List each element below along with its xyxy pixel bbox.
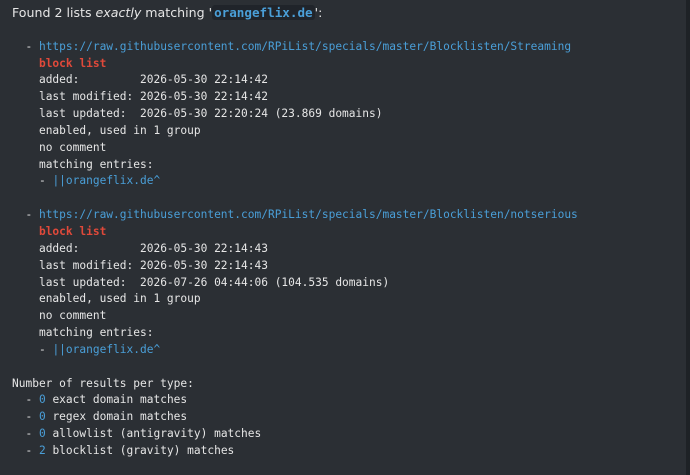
summary-row: - 2 blocklist (gravity) matches [12,443,686,460]
summary-dash: - [12,393,39,407]
summary-label: exact domain matches [45,393,188,407]
list-modified: last modified: 2026-05-30 22:14:43 [38,258,268,272]
matching-entry: ||orangeflix.de^ [52,174,161,188]
list-updated: last updated: 2026-07-26 04:44:06 (104.5… [38,275,390,289]
summary-dash: - [12,443,39,457]
list-dash: - [12,208,39,222]
summary-count: 0 [38,410,46,424]
summary-row: - 0 exact domain matches [12,392,686,409]
summary-dash: - [12,410,39,424]
query-domain: orangeflix.de [212,5,315,20]
list-dash: - [12,39,39,53]
list-url-link[interactable]: https://raw.githubusercontent.com/RPiLis… [39,208,578,221]
list-item: - https://raw.githubusercontent.com/RPiL… [12,39,686,191]
result-header: Found 2 lists exactly matching ' orangefl… [12,5,686,22]
summary-label: blocklist (gravity) matches [45,443,235,457]
entry-dash: - [38,342,53,356]
header-middle: matching ' [141,5,213,20]
header-prefix: Found 2 lists [12,5,96,20]
header-suffix: ': [314,5,323,20]
summary-dash: - [12,427,39,441]
list-type: block list [38,224,107,238]
list-status: enabled, used in 1 group [38,123,201,137]
matching-entry: ||orangeflix.de^ [52,342,161,356]
summary-count: 0 [38,427,46,441]
header-emphasis: exactly [95,5,142,20]
list-status: enabled, used in 1 group [38,292,201,306]
summary-row: - 0 allowlist (antigravity) matches [12,426,686,443]
list-item: - https://raw.githubusercontent.com/RPiL… [12,207,686,359]
results-summary: Number of results per type: - 0 exact do… [12,376,686,460]
summary-count: 2 [38,443,46,457]
summary-label: allowlist (antigravity) matches [45,427,262,441]
summary-row: - 0 regex domain matches [12,409,686,426]
summary-label: regex domain matches [45,410,188,424]
list-entries-label: matching entries: [38,157,154,171]
entry-dash: - [38,174,53,188]
summary-count: 0 [38,393,46,407]
list-modified: last modified: 2026-05-30 22:14:42 [38,90,268,104]
list-added: added: 2026-05-30 22:14:42 [38,73,268,87]
list-comment: no comment [38,309,107,323]
list-comment: no comment [38,140,107,154]
summary-title: Number of results per type: [12,376,194,390]
list-url-link[interactable]: https://raw.githubusercontent.com/RPiLis… [39,40,571,53]
list-type: block list [38,56,107,70]
list-added: added: 2026-05-30 22:14:43 [38,241,268,255]
terminal-output: Found 2 lists exactly matching ' orangefl… [0,0,690,475]
list-updated: last updated: 2026-05-30 22:20:24 (23.86… [38,107,383,121]
list-entries-label: matching entries: [38,326,154,340]
